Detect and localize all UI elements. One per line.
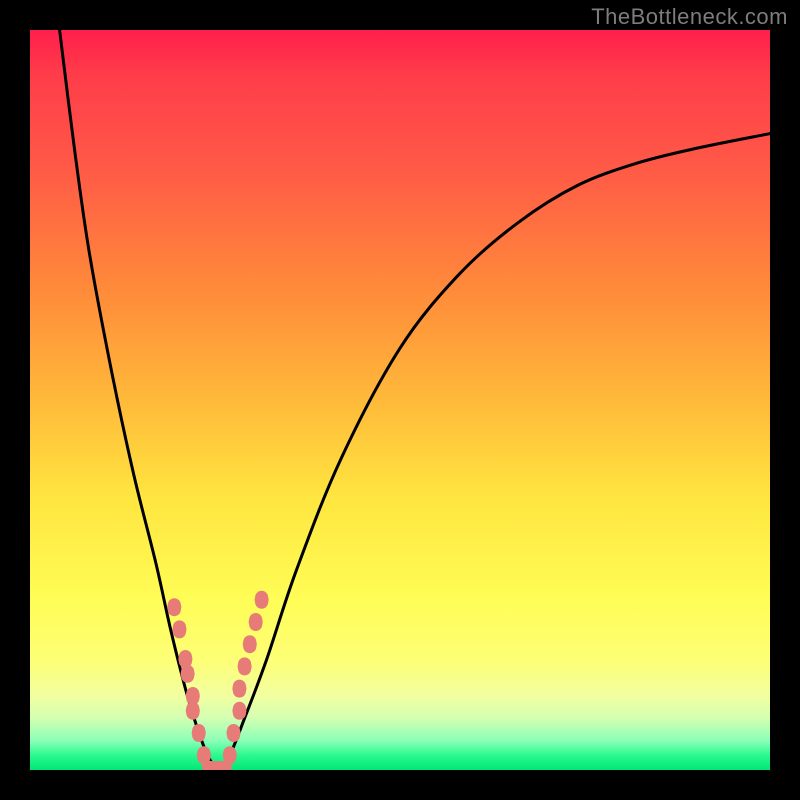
marker-right-cluster-dot (232, 704, 246, 718)
marker-right-cluster-dot (249, 615, 263, 629)
watermark-text: TheBottleneck.com (591, 4, 788, 30)
marker-right-cluster-dot (255, 593, 269, 607)
marker-right-cluster-dot (243, 637, 257, 651)
marker-left-cluster-dot (172, 622, 186, 636)
bottleneck-curve (60, 30, 770, 770)
marker-right-cluster-dot (232, 682, 246, 696)
plot-svg (30, 30, 770, 770)
marker-right-cluster-dot (227, 726, 241, 740)
marker-bottom-flat (216, 761, 232, 770)
marker-right-cluster-dot (223, 748, 237, 762)
marker-left-cluster-dot (167, 600, 181, 614)
marker-left-cluster-dot (197, 748, 211, 762)
chart-frame: TheBottleneck.com (0, 0, 800, 800)
marker-left-cluster-dot (178, 652, 192, 666)
marker-right-cluster-dot (238, 659, 252, 673)
marker-left-cluster-dot (181, 667, 195, 681)
marker-left-cluster-dot (186, 689, 200, 703)
marker-left-cluster-dot (186, 704, 200, 718)
marker-left-cluster-dot (192, 726, 206, 740)
